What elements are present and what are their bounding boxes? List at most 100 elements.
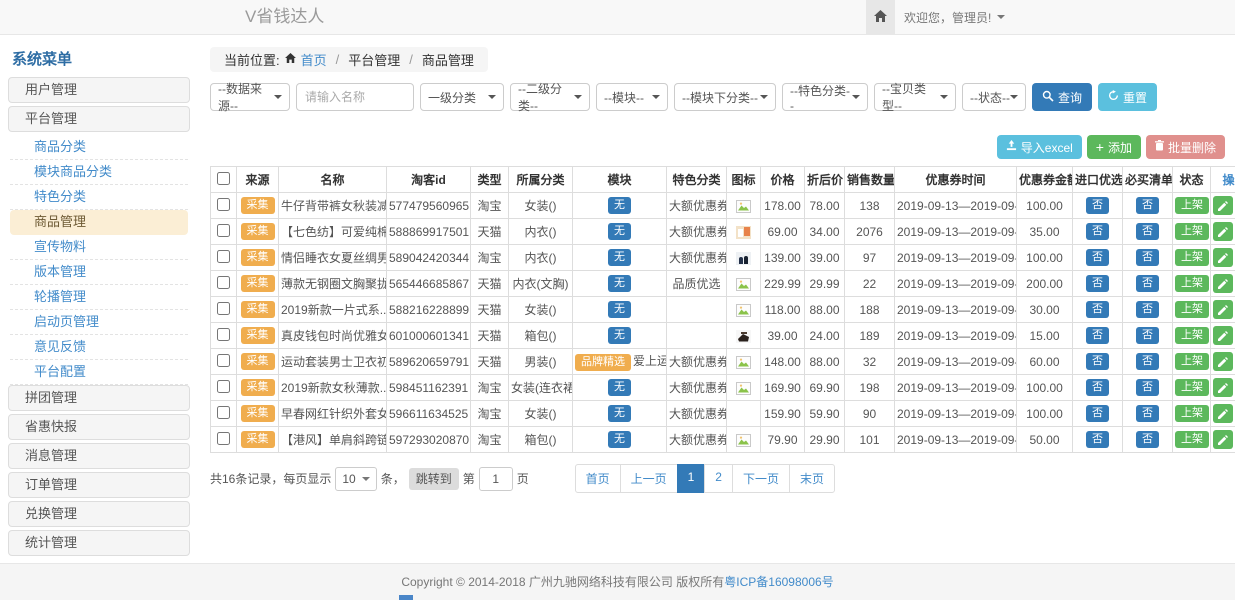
edit-button[interactable] bbox=[1213, 300, 1233, 319]
home-button[interactable] bbox=[866, 0, 895, 34]
sidebar-item-10[interactable]: 意见反馈 bbox=[10, 335, 188, 360]
filter-select-5[interactable]: --模块下分类-- bbox=[674, 83, 776, 111]
sidebar-item-12[interactable]: 拼团管理 bbox=[8, 385, 190, 411]
row-checkbox[interactable] bbox=[217, 380, 230, 393]
status-toggle[interactable]: 上架 bbox=[1175, 405, 1209, 422]
row-checkbox[interactable] bbox=[217, 302, 230, 315]
status-toggle[interactable]: 上架 bbox=[1175, 275, 1209, 292]
must-buy-toggle[interactable]: 否 bbox=[1136, 301, 1159, 318]
pager-page-2[interactable]: 2 bbox=[704, 464, 733, 493]
filter-select-3[interactable]: --二级分类-- bbox=[510, 83, 590, 111]
pager-first[interactable]: 首页 bbox=[575, 464, 621, 493]
import-select-toggle[interactable]: 否 bbox=[1086, 327, 1109, 344]
edit-button[interactable] bbox=[1213, 222, 1233, 241]
per-page-select[interactable]: 10 bbox=[335, 467, 376, 491]
filter-select-8[interactable]: --状态-- bbox=[962, 83, 1026, 111]
must-buy-toggle[interactable]: 否 bbox=[1136, 405, 1159, 422]
jump-page-input[interactable] bbox=[479, 467, 513, 491]
status-toggle[interactable]: 上架 bbox=[1175, 353, 1209, 370]
sidebar-item-15[interactable]: 订单管理 bbox=[8, 472, 190, 498]
edit-button[interactable] bbox=[1213, 352, 1233, 371]
name-search-input[interactable] bbox=[296, 83, 414, 111]
sidebar-item-8[interactable]: 轮播管理 bbox=[10, 285, 188, 310]
jump-button[interactable]: 跳转到 bbox=[409, 468, 459, 490]
sidebar-item-4[interactable]: 特色分类 bbox=[10, 185, 188, 210]
edit-button[interactable] bbox=[1213, 378, 1233, 397]
filter-select-6[interactable]: --特色分类-- bbox=[782, 83, 868, 111]
must-buy-toggle[interactable]: 否 bbox=[1136, 223, 1159, 240]
edit-button[interactable] bbox=[1213, 430, 1233, 449]
edit-button[interactable] bbox=[1213, 248, 1233, 267]
must-buy-toggle[interactable]: 否 bbox=[1136, 249, 1159, 266]
batch-delete-button[interactable]: 批量删除 bbox=[1146, 135, 1225, 159]
status-toggle[interactable]: 上架 bbox=[1175, 301, 1209, 318]
module-cell: 无 bbox=[573, 297, 667, 323]
sales-cell: 22 bbox=[845, 271, 895, 297]
sidebar-item-13[interactable]: 省惠快报 bbox=[8, 414, 190, 440]
edit-button[interactable] bbox=[1213, 326, 1233, 345]
edit-button[interactable] bbox=[1213, 404, 1233, 423]
row-checkbox[interactable] bbox=[217, 276, 230, 289]
sidebar-item-17[interactable]: 统计管理 bbox=[8, 530, 190, 556]
filter-select-4[interactable]: --模块-- bbox=[596, 83, 668, 111]
edit-button[interactable] bbox=[1213, 196, 1233, 215]
sidebar-item-1[interactable]: 平台管理 bbox=[8, 106, 190, 132]
chevron-down-icon bbox=[362, 477, 370, 481]
select-all-checkbox[interactable] bbox=[217, 172, 230, 185]
sidebar-item-14[interactable]: 消息管理 bbox=[8, 443, 190, 469]
sidebar-item-7[interactable]: 版本管理 bbox=[10, 260, 188, 285]
sidebar-item-16[interactable]: 兑换管理 bbox=[8, 501, 190, 527]
status-toggle[interactable]: 上架 bbox=[1175, 327, 1209, 344]
sidebar-item-5[interactable]: 商品管理 bbox=[10, 210, 188, 235]
sidebar-item-2[interactable]: 商品分类 bbox=[10, 135, 188, 160]
pager-prev[interactable]: 上一页 bbox=[620, 464, 678, 493]
sidebar-item-6[interactable]: 宣传物料 bbox=[10, 235, 188, 260]
pager-last[interactable]: 末页 bbox=[789, 464, 835, 493]
import-select-toggle[interactable]: 否 bbox=[1086, 301, 1109, 318]
row-checkbox[interactable] bbox=[217, 354, 230, 367]
must-buy-toggle[interactable]: 否 bbox=[1136, 353, 1159, 370]
row-checkbox[interactable] bbox=[217, 406, 230, 419]
status-toggle[interactable]: 上架 bbox=[1175, 223, 1209, 240]
row-checkbox[interactable] bbox=[217, 328, 230, 341]
import-select-toggle[interactable]: 否 bbox=[1086, 249, 1109, 266]
status-toggle[interactable]: 上架 bbox=[1175, 197, 1209, 214]
category-cell: 女装() bbox=[509, 193, 573, 219]
import-excel-button[interactable]: 导入excel bbox=[997, 135, 1082, 159]
pager-next[interactable]: 下一页 bbox=[732, 464, 790, 493]
breadcrumb-home-link[interactable]: 首页 bbox=[301, 50, 327, 69]
import-select-toggle[interactable]: 否 bbox=[1086, 275, 1109, 292]
user-menu[interactable]: 欢迎您，管理员! bbox=[904, 0, 1005, 34]
sidebar-item-9[interactable]: 启动页管理 bbox=[10, 310, 188, 335]
add-button[interactable]: + 添加 bbox=[1087, 135, 1141, 159]
row-checkbox[interactable] bbox=[217, 250, 230, 263]
edit-button[interactable] bbox=[1213, 274, 1233, 293]
filter-select-0[interactable]: --数据来源-- bbox=[210, 83, 290, 111]
import-select-toggle[interactable]: 否 bbox=[1086, 223, 1109, 240]
import-select-toggle[interactable]: 否 bbox=[1086, 431, 1109, 448]
import-select-toggle[interactable]: 否 bbox=[1086, 197, 1109, 214]
must-buy-toggle[interactable]: 否 bbox=[1136, 431, 1159, 448]
pager-page-1[interactable]: 1 bbox=[677, 464, 706, 493]
must-buy-toggle[interactable]: 否 bbox=[1136, 327, 1159, 344]
sidebar-item-11[interactable]: 平台配置 bbox=[10, 360, 188, 385]
filter-select-7[interactable]: --宝贝类型-- bbox=[874, 83, 956, 111]
sidebar-item-3[interactable]: 模块商品分类 bbox=[10, 160, 188, 185]
row-checkbox[interactable] bbox=[217, 198, 230, 211]
row-checkbox[interactable] bbox=[217, 432, 230, 445]
import-select-toggle[interactable]: 否 bbox=[1086, 379, 1109, 396]
sidebar-item-0[interactable]: 用户管理 bbox=[8, 77, 190, 103]
reset-button[interactable]: 重置 bbox=[1098, 83, 1157, 111]
row-checkbox[interactable] bbox=[217, 224, 230, 237]
status-toggle[interactable]: 上架 bbox=[1175, 379, 1209, 396]
status-toggle[interactable]: 上架 bbox=[1175, 249, 1209, 266]
icp-link[interactable]: 粤ICP备16098006号 bbox=[724, 575, 833, 589]
import-select-toggle[interactable]: 否 bbox=[1086, 405, 1109, 422]
query-button[interactable]: 查询 bbox=[1032, 83, 1092, 111]
must-buy-toggle[interactable]: 否 bbox=[1136, 197, 1159, 214]
status-toggle[interactable]: 上架 bbox=[1175, 431, 1209, 448]
import-select-toggle[interactable]: 否 bbox=[1086, 353, 1109, 370]
filter-select-2[interactable]: 一级分类 bbox=[420, 83, 504, 111]
must-buy-toggle[interactable]: 否 bbox=[1136, 379, 1159, 396]
must-buy-toggle[interactable]: 否 bbox=[1136, 275, 1159, 292]
